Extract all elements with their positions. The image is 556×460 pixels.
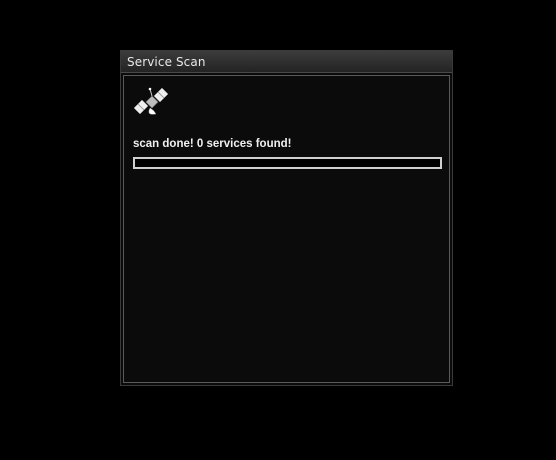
dialog-content: scan done! 0 services found! — [123, 75, 450, 383]
satellite-icon — [133, 87, 169, 115]
scan-progress-bar — [133, 157, 442, 169]
dialog-title-bar: Service Scan — [121, 51, 452, 73]
dialog-title: Service Scan — [127, 54, 206, 69]
tv-screen: Service Scan scan done! 0 services found… — [0, 0, 556, 460]
scan-status-text: scan done! 0 services found! — [133, 138, 292, 150]
service-scan-dialog: Service Scan scan done! 0 services found… — [120, 50, 453, 386]
